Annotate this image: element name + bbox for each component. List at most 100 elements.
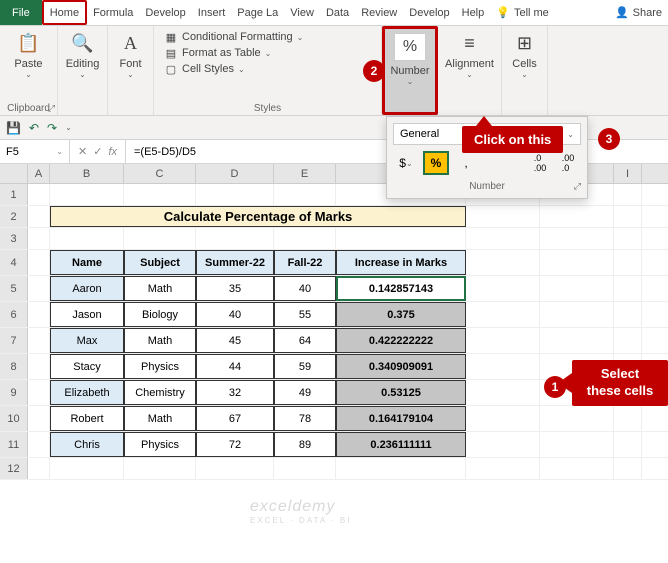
qat-customize[interactable]: ⌄ xyxy=(65,123,72,132)
cell[interactable]: 44 xyxy=(196,354,274,379)
row-header[interactable]: 7 xyxy=(0,328,28,353)
cell[interactable] xyxy=(540,276,614,301)
row-header[interactable]: 9 xyxy=(0,380,28,405)
cell[interactable] xyxy=(540,228,614,249)
row-header[interactable]: 6 xyxy=(0,302,28,327)
cell[interactable]: Max xyxy=(50,328,124,353)
cell[interactable] xyxy=(466,276,540,301)
cell[interactable] xyxy=(274,228,336,249)
cell[interactable] xyxy=(196,184,274,205)
tab-data[interactable]: Data xyxy=(320,0,355,25)
cell[interactable] xyxy=(466,432,540,457)
cell[interactable]: Biology xyxy=(124,302,196,327)
cell[interactable]: 35 xyxy=(196,276,274,301)
row-header[interactable]: 5 xyxy=(0,276,28,301)
cell[interactable] xyxy=(614,184,642,205)
cell[interactable]: 64 xyxy=(274,328,336,353)
col-header[interactable]: D xyxy=(196,164,274,183)
cell[interactable] xyxy=(466,328,540,353)
cell[interactable]: 45 xyxy=(196,328,274,353)
cell[interactable] xyxy=(274,458,336,479)
row-header[interactable]: 3 xyxy=(0,228,28,249)
cell[interactable] xyxy=(336,458,466,479)
cell[interactable]: Chemistry xyxy=(124,380,196,405)
cell[interactable] xyxy=(28,406,50,431)
fx-icon[interactable]: fx xyxy=(108,146,117,158)
cell[interactable] xyxy=(28,276,50,301)
tab-pagelayout[interactable]: Page La xyxy=(231,0,284,25)
cell[interactable] xyxy=(28,206,50,227)
col-header[interactable]: I xyxy=(614,164,642,183)
cell-increase[interactable]: 0.340909091 xyxy=(336,354,466,379)
cell[interactable] xyxy=(540,250,614,275)
title-cell[interactable]: Calculate Percentage of Marks xyxy=(50,206,466,227)
redo-icon[interactable]: ↷ xyxy=(47,121,57,135)
cell[interactable]: 40 xyxy=(274,276,336,301)
cell[interactable]: Summer-22 xyxy=(196,250,274,275)
cell[interactable] xyxy=(466,250,540,275)
cell[interactable]: Robert xyxy=(50,406,124,431)
undo-icon[interactable]: ↶ xyxy=(29,121,39,135)
cell[interactable]: 32 xyxy=(196,380,274,405)
cell-increase[interactable]: 0.375 xyxy=(336,302,466,327)
cell[interactable] xyxy=(466,302,540,327)
alignment-button[interactable]: ≡ Alignment ⌄ xyxy=(441,28,498,81)
cell[interactable]: 67 xyxy=(196,406,274,431)
tab-developer2[interactable]: Develop xyxy=(403,0,455,25)
tab-home[interactable]: Home xyxy=(42,0,87,25)
cell[interactable] xyxy=(614,228,642,249)
currency-button[interactable]: $ ⌄ xyxy=(393,151,419,175)
conditional-formatting-button[interactable]: ▦Conditional Formatting ⌄ xyxy=(164,30,303,44)
cell[interactable] xyxy=(540,458,614,479)
cell-increase[interactable]: 0.164179104 xyxy=(336,406,466,431)
cell-increase[interactable]: 0.422222222 xyxy=(336,328,466,353)
cell[interactable]: Math xyxy=(124,406,196,431)
tab-view[interactable]: View xyxy=(284,0,320,25)
cell[interactable] xyxy=(614,276,642,301)
cell[interactable] xyxy=(614,302,642,327)
cell[interactable] xyxy=(28,458,50,479)
cell[interactable] xyxy=(28,354,50,379)
cell[interactable] xyxy=(466,458,540,479)
save-icon[interactable]: 💾 xyxy=(6,121,21,135)
percent-style-button[interactable]: % xyxy=(423,151,449,175)
cell[interactable]: 40 xyxy=(196,302,274,327)
row-header[interactable]: 8 xyxy=(0,354,28,379)
share[interactable]: 👤Share xyxy=(609,0,668,25)
row-header[interactable]: 10 xyxy=(0,406,28,431)
cell[interactable]: Physics xyxy=(124,354,196,379)
cell[interactable]: 89 xyxy=(274,432,336,457)
cancel-icon[interactable]: ✕ xyxy=(78,145,87,158)
comma-style-button[interactable]: , xyxy=(453,151,479,175)
tab-insert[interactable]: Insert xyxy=(192,0,232,25)
cell[interactable] xyxy=(196,458,274,479)
cell[interactable] xyxy=(466,228,540,249)
cell[interactable] xyxy=(466,380,540,405)
cell[interactable] xyxy=(466,354,540,379)
cell[interactable] xyxy=(336,228,466,249)
cell[interactable] xyxy=(124,228,196,249)
cell[interactable]: Physics xyxy=(124,432,196,457)
cell[interactable] xyxy=(50,184,124,205)
cell[interactable]: Jason xyxy=(50,302,124,327)
row-header[interactable]: 12 xyxy=(0,458,28,479)
cell[interactable] xyxy=(614,250,642,275)
tab-help[interactable]: Help xyxy=(456,0,491,25)
cell[interactable] xyxy=(614,432,642,457)
cell[interactable]: Elizabeth xyxy=(50,380,124,405)
cell[interactable] xyxy=(540,406,614,431)
cell[interactable] xyxy=(124,184,196,205)
cell[interactable] xyxy=(50,458,124,479)
clipboard-launcher[interactable]: ⤢ xyxy=(48,103,55,114)
cell[interactable]: Aaron xyxy=(50,276,124,301)
cell[interactable] xyxy=(28,184,50,205)
font-button[interactable]: A Font ⌄ xyxy=(114,28,148,81)
cell[interactable] xyxy=(614,458,642,479)
col-header[interactable]: B xyxy=(50,164,124,183)
cell[interactable] xyxy=(614,328,642,353)
cell[interactable]: 49 xyxy=(274,380,336,405)
cell[interactable] xyxy=(196,228,274,249)
cell[interactable]: 78 xyxy=(274,406,336,431)
cell-styles-button[interactable]: ▢Cell Styles ⌄ xyxy=(164,62,303,76)
col-header[interactable]: E xyxy=(274,164,336,183)
